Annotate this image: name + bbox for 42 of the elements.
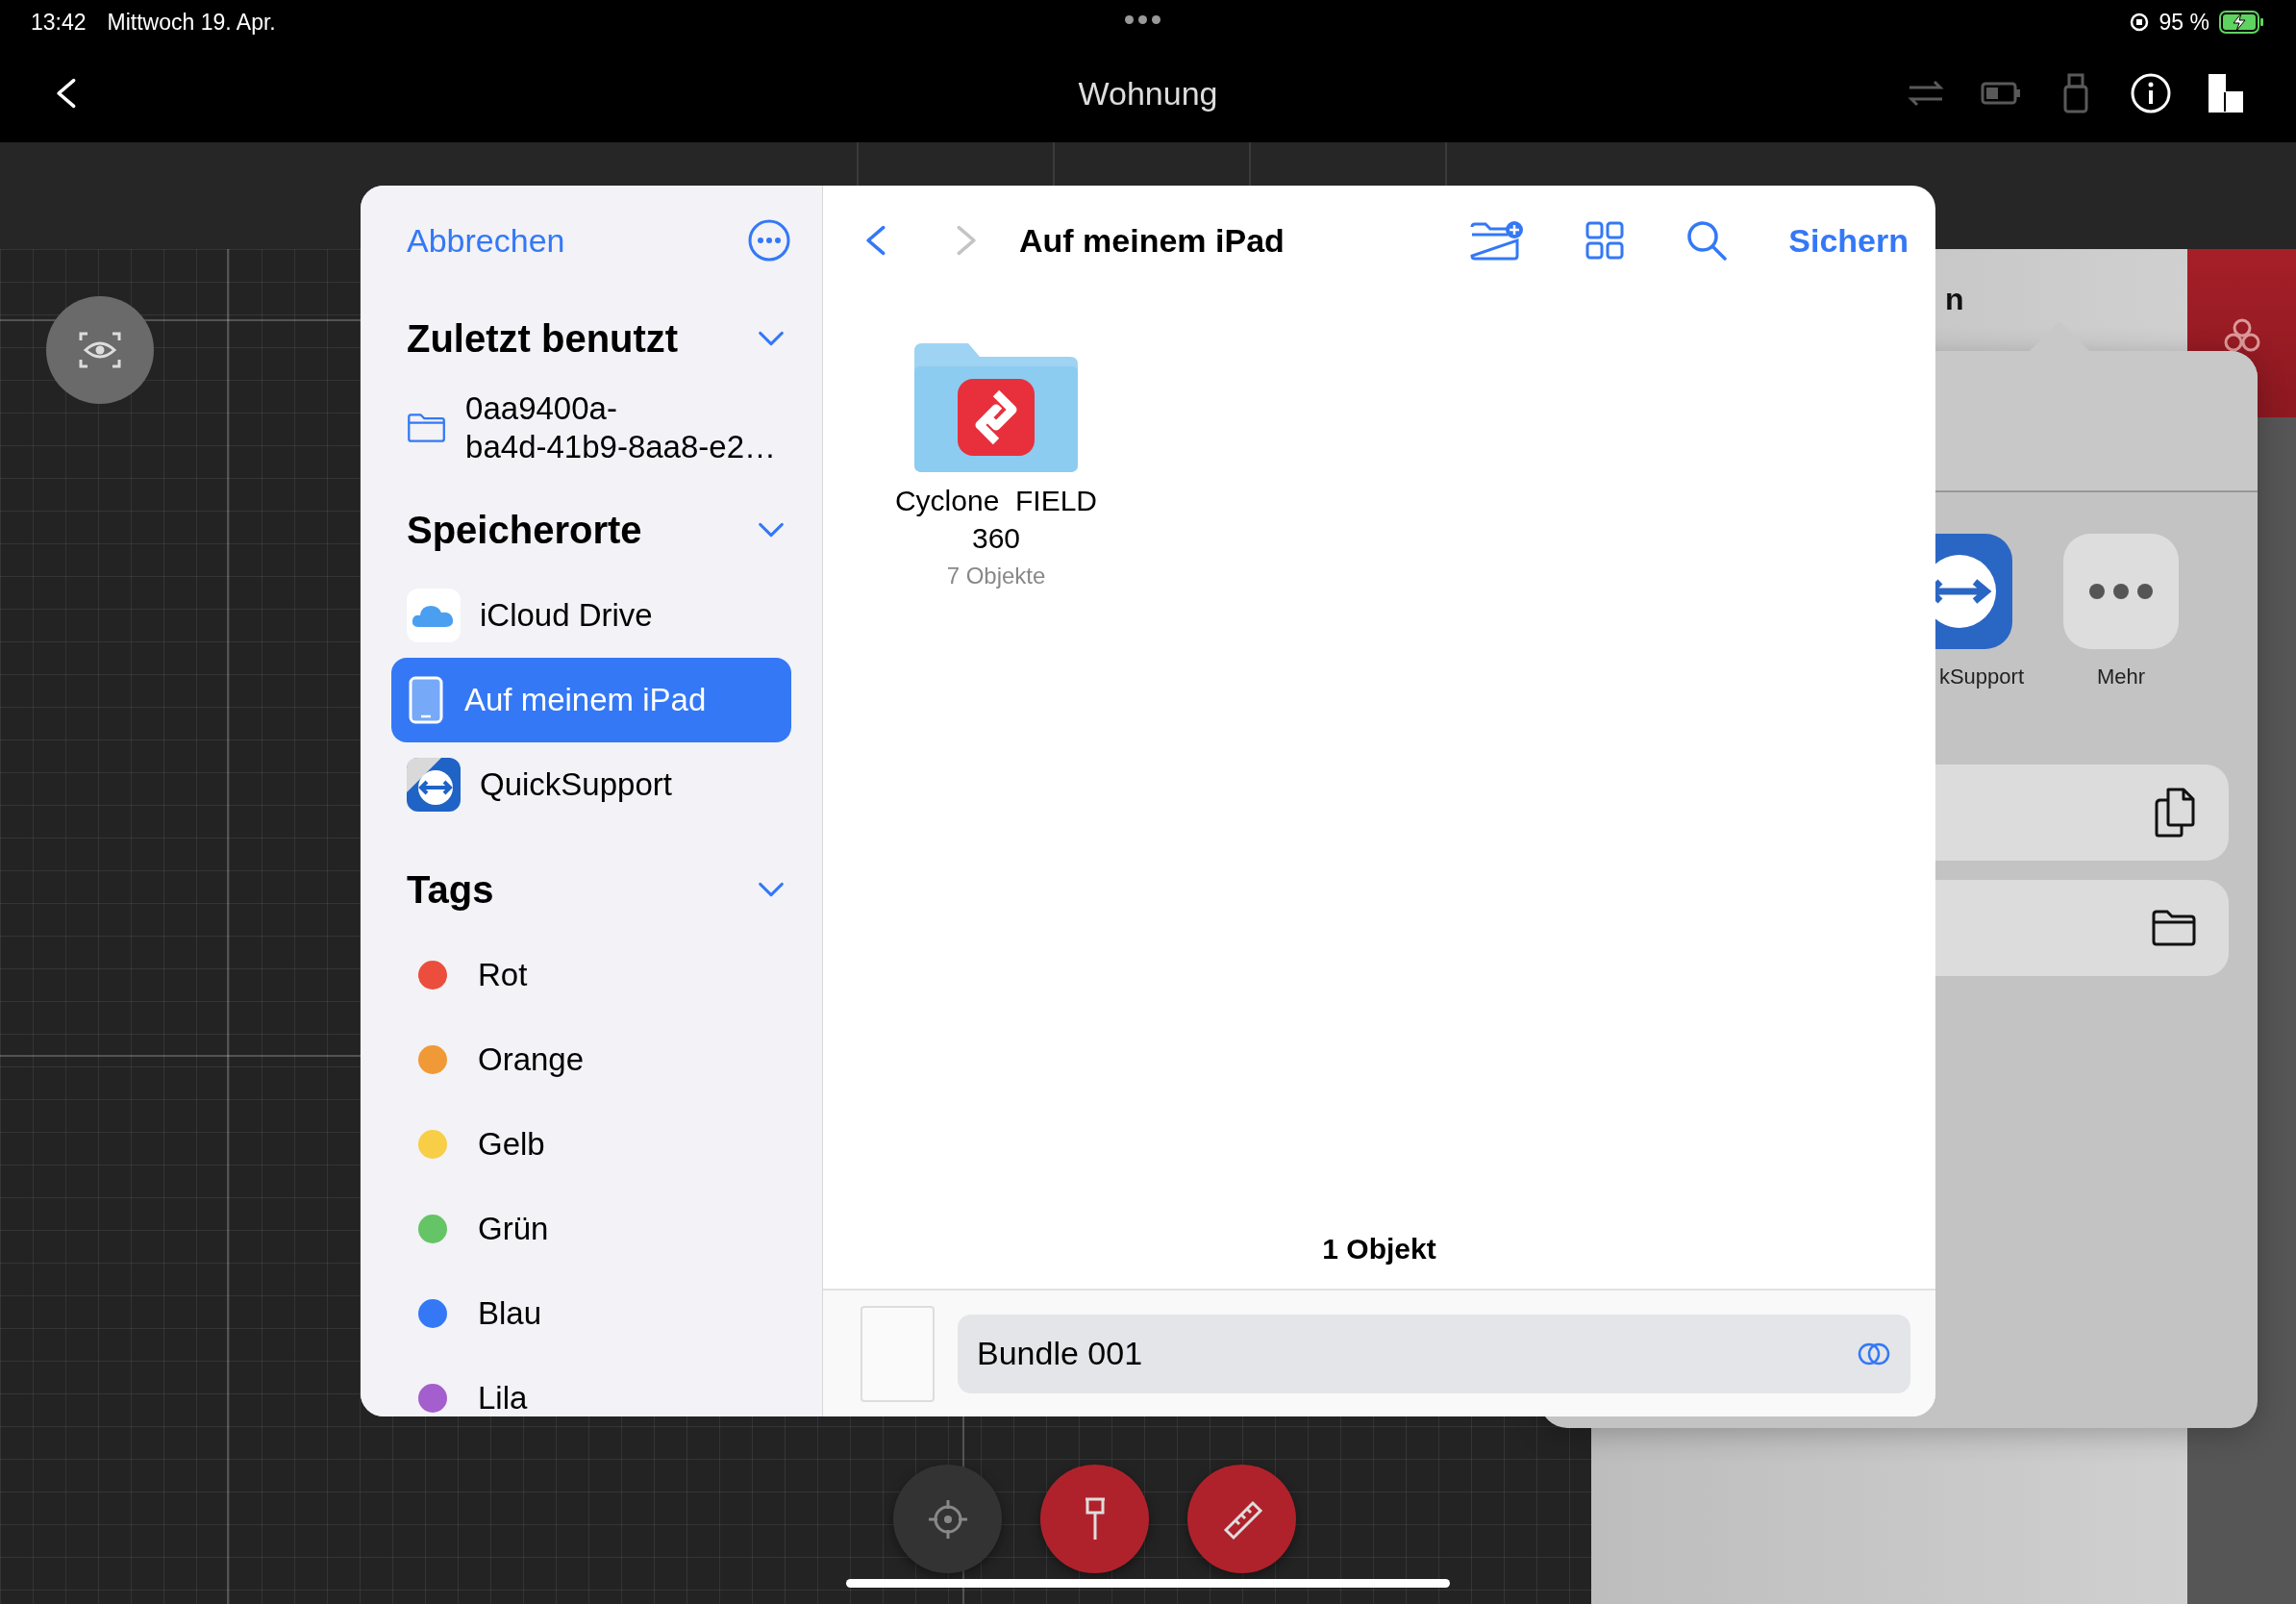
- grid-view-icon[interactable]: [1585, 220, 1626, 261]
- sidebar-item[interactable]: Rot: [391, 933, 791, 1018]
- new-folder-icon[interactable]: [1469, 219, 1526, 262]
- sidebar-item[interactable]: QuickSupport: [391, 742, 791, 828]
- item-count-text: 1 Objekt: [1322, 1233, 1436, 1266]
- sidebar-item[interactable]: 0aa9400a- ba4d-41b9-8aa8-e2…: [391, 382, 791, 474]
- cloud-icon: [407, 589, 461, 643]
- cancel-button[interactable]: Abbrechen: [407, 221, 565, 260]
- sidebar-item[interactable]: Grün: [391, 1187, 791, 1272]
- app-folder-icon: [914, 343, 1078, 472]
- tag-toggle-icon[interactable]: [1857, 1341, 1891, 1366]
- more-icon[interactable]: [747, 218, 791, 263]
- search-icon[interactable]: [1685, 218, 1730, 263]
- info-icon[interactable]: [2129, 71, 2173, 115]
- sidebar-item[interactable]: Blau: [391, 1271, 791, 1357]
- eye-icon: [78, 331, 122, 369]
- orientation-lock-icon: [2128, 12, 2150, 33]
- app-icon: [407, 758, 461, 813]
- sidebar-item[interactable]: Gelb: [391, 1102, 791, 1188]
- time-text: 13:42: [31, 9, 87, 36]
- section-header[interactable]: Tags: [391, 846, 791, 934]
- section-header[interactable]: Speicherorte: [391, 487, 791, 574]
- tablet-icon: [407, 675, 445, 726]
- sidebar-item[interactable]: Lila: [391, 1356, 791, 1416]
- app-label: kSupport: [1938, 664, 2024, 689]
- sidebar-item[interactable]: Auf meinem iPad: [391, 658, 791, 743]
- copy-icon: [2153, 787, 2197, 839]
- folder-icon: [2151, 909, 2197, 947]
- panel-title: n: [1945, 282, 1964, 317]
- folder-item[interactable]: Cyclone FIELD 360 7 Objekte: [881, 343, 1111, 589]
- screen-title: Wohnung: [1078, 74, 1218, 113]
- sidebar-item[interactable]: Orange: [391, 1017, 791, 1103]
- save-button[interactable]: Sichern: [1788, 221, 1909, 260]
- multitasking-dots-icon[interactable]: [1125, 15, 1160, 24]
- filename-field[interactable]: Bundle 001: [958, 1314, 1910, 1393]
- date-text: Mittwoch 19. Apr.: [107, 9, 276, 36]
- location-title: Auf meinem iPad: [1019, 221, 1285, 260]
- app-label: Mehr: [2096, 664, 2146, 689]
- more-icon[interactable]: [2063, 534, 2179, 649]
- battery-percent-text: 95 %: [2159, 9, 2209, 36]
- section-header[interactable]: Zuletzt benutzt: [391, 295, 791, 382]
- sidebar-item[interactable]: iCloud Drive: [391, 573, 791, 659]
